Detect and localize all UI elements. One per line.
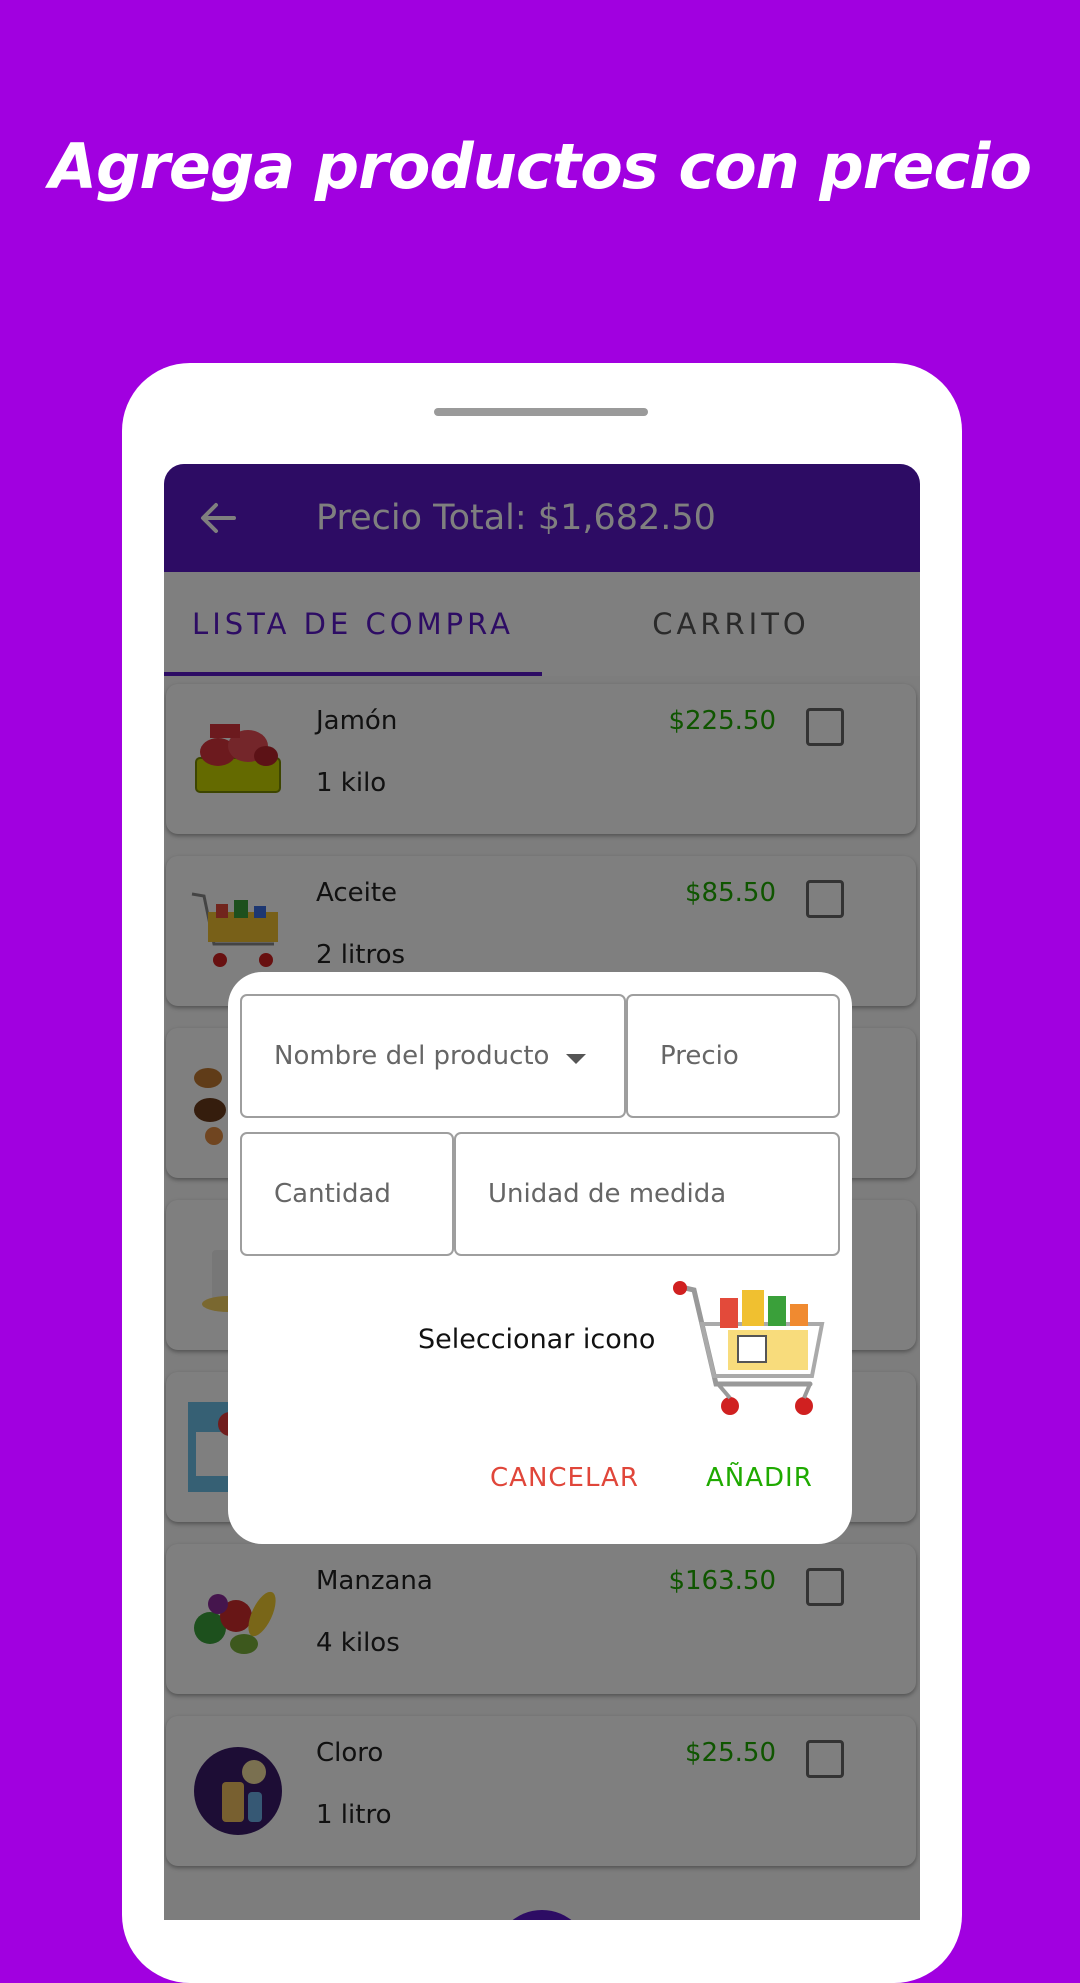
unit-field[interactable]: Unidad de medida	[454, 1132, 840, 1256]
tab-bar: LISTA DE COMPRA CARRITO	[164, 572, 920, 676]
product-quantity: 1 litro	[316, 1800, 392, 1830]
product-name: Jamón	[316, 706, 398, 736]
tab-shopping-list[interactable]: LISTA DE COMPRA	[164, 572, 542, 676]
headline: Agrega productos con precio	[48, 130, 1032, 203]
price-placeholder: Precio	[660, 1041, 739, 1071]
price-field[interactable]: Precio	[626, 994, 840, 1118]
arrow-back-icon[interactable]	[188, 488, 248, 548]
shopping-cart-icon	[191, 892, 278, 967]
product-name-dropdown[interactable]: Nombre del producto	[240, 994, 626, 1118]
shopping-cart-icon[interactable]	[672, 1280, 828, 1420]
product-quantity: 4 kilos	[316, 1628, 400, 1658]
product-quantity: 2 litros	[316, 940, 406, 970]
add-button[interactable]: AÑADIR	[700, 1462, 819, 1494]
app-bar: Precio Total: $1,682.50	[164, 464, 920, 572]
list-item[interactable]: Manzana 4 kilos $163.50	[166, 1544, 916, 1694]
list-item[interactable]: Jamón 1 kilo $225.50	[166, 684, 916, 834]
product-checkbox[interactable]	[806, 1568, 844, 1606]
fruits-icon	[194, 1591, 276, 1654]
product-name: Aceite	[316, 878, 398, 908]
product-price: $85.50	[685, 878, 776, 908]
add-product-dialog: Nombre del producto Precio Cantidad Unid…	[228, 972, 852, 1544]
phone-speaker	[434, 408, 648, 416]
meat-basket-icon	[195, 724, 281, 793]
unit-placeholder: Unidad de medida	[488, 1179, 727, 1209]
quantity-field[interactable]: Cantidad	[240, 1132, 454, 1256]
chevron-down-icon	[566, 1054, 586, 1064]
cleaning-icon	[194, 1747, 282, 1835]
product-name: Manzana	[316, 1566, 433, 1596]
add-fab[interactable]	[494, 1910, 590, 1920]
product-price: $25.50	[685, 1738, 776, 1768]
total-price-title: Precio Total: $1,682.50	[316, 498, 716, 538]
product-price: $225.50	[668, 706, 776, 736]
cancel-button[interactable]: CANCELAR	[484, 1462, 645, 1494]
product-name-placeholder: Nombre del producto	[274, 1041, 550, 1071]
product-price: $163.50	[668, 1566, 776, 1596]
product-checkbox[interactable]	[806, 880, 844, 918]
quantity-placeholder: Cantidad	[274, 1179, 391, 1209]
product-quantity: 1 kilo	[316, 768, 387, 798]
select-icon-label: Seleccionar icono	[418, 1324, 656, 1355]
product-checkbox[interactable]	[806, 1740, 844, 1778]
product-checkbox[interactable]	[806, 708, 844, 746]
product-name: Cloro	[316, 1738, 384, 1768]
list-item[interactable]: Cloro 1 litro $25.50	[166, 1716, 916, 1866]
tab-cart[interactable]: CARRITO	[542, 572, 920, 676]
